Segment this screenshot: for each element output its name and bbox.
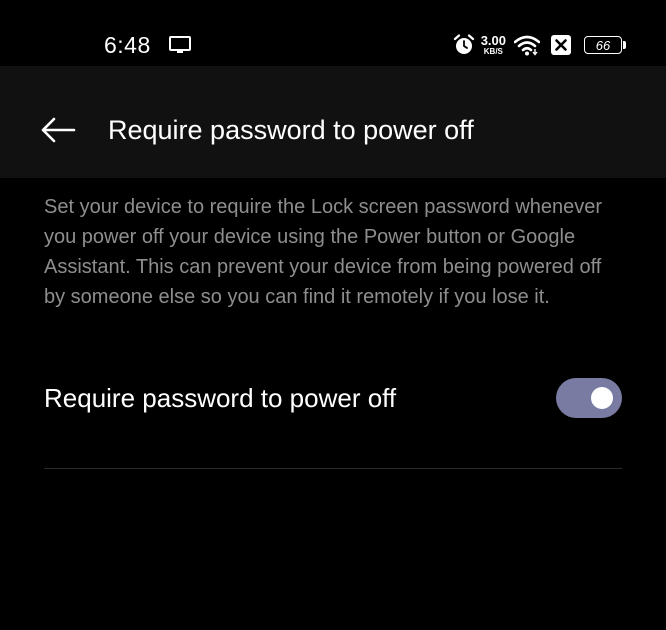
- status-bar: 6:48 3.00 KB/S 66: [0, 0, 666, 66]
- back-button[interactable]: [30, 102, 86, 158]
- require-password-toggle[interactable]: [556, 378, 622, 418]
- network-speed: 3.00 KB/S: [481, 34, 506, 56]
- network-speed-value: 3.00: [480, 33, 506, 48]
- alarm-icon: [453, 34, 474, 54]
- toggle-knob: [591, 387, 613, 409]
- page-title: Require password to power off: [108, 115, 474, 145]
- wifi-icon: [514, 35, 540, 56]
- battery-icon: 66: [584, 36, 626, 54]
- require-password-setting-row[interactable]: Require password to power off: [44, 370, 622, 426]
- cast-icon: [169, 36, 191, 53]
- status-icons: 3.00 KB/S 66: [453, 30, 626, 60]
- arrow-left-icon: [41, 117, 76, 143]
- app-bar: Require password to power off: [0, 66, 666, 178]
- network-speed-unit: KB/S: [483, 47, 503, 56]
- x-box-icon: [551, 35, 571, 55]
- status-time: 6:48: [104, 32, 151, 58]
- battery-level: 66: [595, 37, 611, 53]
- setting-description: Set your device to require the Lock scre…: [44, 196, 603, 308]
- setting-label: Require password to power off: [44, 382, 397, 413]
- divider: [44, 468, 622, 469]
